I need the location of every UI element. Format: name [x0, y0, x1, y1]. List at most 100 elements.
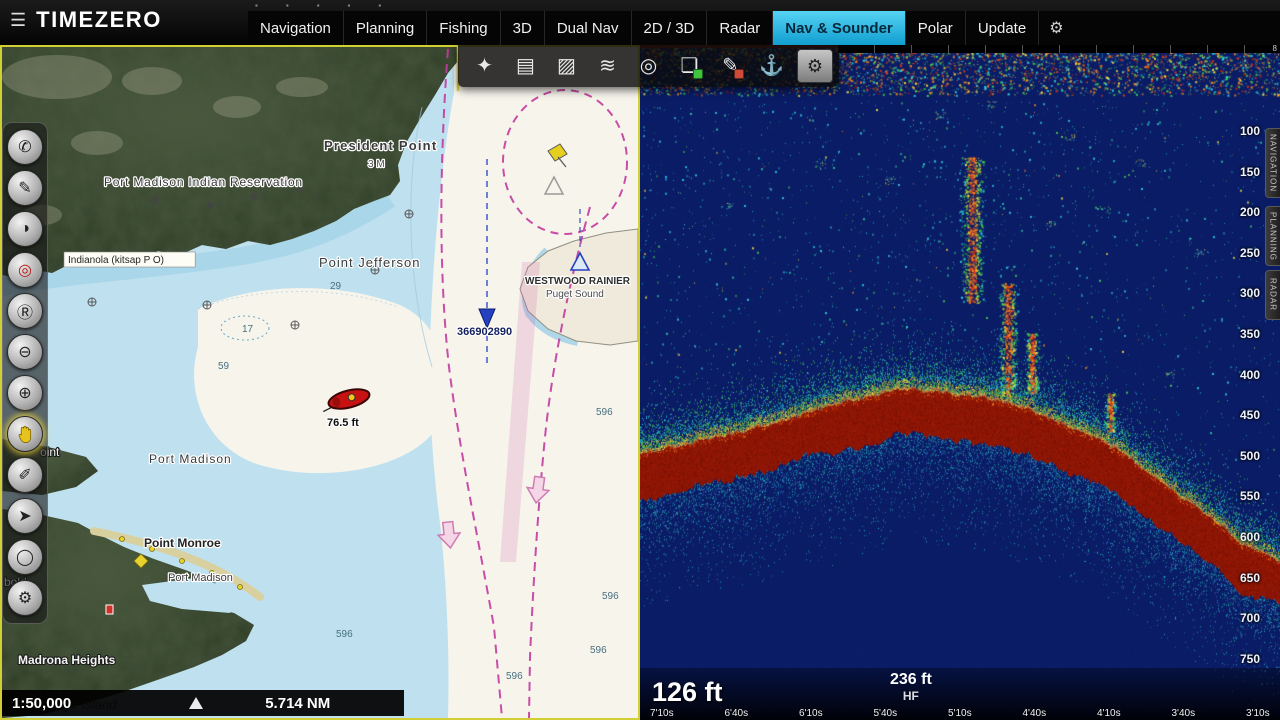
time-label-5: 4'40s	[1023, 708, 1047, 719]
capture-icon[interactable]: ❏	[669, 46, 710, 86]
titlebar-mini-icons: ▪ ▪ ▪ ▪ ▪	[255, 0, 381, 11]
depth-sounding-5: 596	[602, 591, 619, 602]
sounder-layers-icon[interactable]: ≋	[587, 46, 628, 86]
boat-track-icon[interactable]: ⚓	[751, 46, 792, 86]
notes-icon[interactable]: ▤	[505, 46, 546, 86]
app-title: TIMEZERO	[36, 7, 162, 33]
screenshot-icon[interactable]: ▨	[546, 46, 587, 86]
titlebar-icon-4[interactable]: ▪	[378, 2, 381, 10]
edit-tool[interactable]: ✎	[7, 170, 43, 206]
range-rings-icon[interactable]: ◎	[628, 46, 669, 86]
depth-sounding-1: 59	[218, 361, 230, 372]
zoom-out-tool[interactable]: ⊖	[7, 334, 43, 370]
tab-3d[interactable]: 3D	[501, 11, 545, 45]
title-menu-bar: ☰ TIMEZERO ▪ ▪ ▪ ▪ ▪ NavigationPlanningFishi…	[0, 0, 1280, 45]
pan-tool[interactable]	[7, 416, 43, 452]
timezero-app: ☰ TIMEZERO ▪ ▪ ▪ ▪ ▪ NavigationPlanningFishi…	[0, 0, 1280, 720]
tab-planning[interactable]: Planning	[344, 11, 427, 45]
time-label-0: 7'10s	[650, 708, 674, 719]
bay-deep	[194, 288, 444, 473]
map-label-7: 366902890	[457, 326, 512, 338]
capture-icon-accent	[693, 69, 703, 79]
chart-range[interactable]: 5.714 NM	[265, 695, 330, 712]
marker-icon[interactable]	[106, 605, 113, 614]
workspace-menu: NavigationPlanningFishing3DDual Nav2D / …	[248, 11, 1280, 45]
layers-toolbar-icons: ✦ ▤ ▨ ≋ ◎ ❏✎⚓	[464, 46, 792, 86]
time-label-2: 6'10s	[799, 708, 823, 719]
map-label-0: President Point	[324, 138, 437, 153]
tab-navigation[interactable]: Navigation	[248, 11, 344, 45]
sounder-layers-icon-glyph: ≋	[599, 55, 616, 77]
tab-polar[interactable]: Polar	[906, 11, 966, 45]
time-label-6: 4'10s	[1097, 708, 1121, 719]
tab-nav-sounder[interactable]: Nav & Sounder	[773, 11, 906, 45]
menu-tabs: NavigationPlanningFishing3DDual Nav2D / …	[248, 11, 1039, 45]
map-label-11: Point Monroe	[144, 536, 221, 550]
compass-icon[interactable]: ✦	[464, 46, 505, 86]
current-depth: 126 ft	[652, 677, 723, 708]
sounder-panel[interactable]: 8 10015020025030035040045050055060065070…	[640, 45, 1280, 720]
tab-update[interactable]: Update	[966, 11, 1039, 45]
workspace-tab-planning[interactable]: PLANNING	[1265, 206, 1280, 266]
compass-icon-glyph: ✦	[476, 55, 493, 77]
time-scale: 7'10s6'40s6'10s5'40s5'10s4'40s4'10s3'40s…	[640, 705, 1280, 719]
notes-icon-glyph: ▤	[516, 55, 535, 77]
annotation-icon[interactable]: ✎	[710, 46, 751, 86]
chart-status-bar: 1:50,000 5.714 NM	[2, 690, 404, 716]
water-deep	[430, 47, 638, 718]
map-label-12: Port Madison	[168, 572, 233, 584]
map-label-4: Point Jefferson	[319, 255, 420, 270]
eraser-tool[interactable]: ◑	[7, 211, 43, 247]
range-rings-icon-glyph: ◎	[640, 55, 657, 77]
select-tool[interactable]: ◯	[7, 539, 43, 575]
tools-settings[interactable]: ⚙	[7, 580, 43, 616]
screenshot-icon-glyph: ▨	[557, 55, 576, 77]
restricted-tool[interactable]: Ⓡ	[7, 293, 43, 329]
depth-sounding-6: 596	[506, 671, 523, 682]
map-label-1: 3 M	[368, 159, 385, 170]
hamburger-menu-icon[interactable]: ☰	[10, 10, 26, 31]
titlebar-icon-2[interactable]: ▪	[317, 2, 320, 10]
toolbar-settings-gear-icon[interactable]: ⚙	[797, 49, 833, 83]
app-logo: ☰ TIMEZERO	[10, 7, 162, 33]
titlebar-icon-0[interactable]: ▪	[255, 2, 258, 10]
zoom-in-tool[interactable]: ⊕	[7, 375, 43, 411]
annotation-icon-accent	[734, 69, 744, 79]
workspace-tab-radar[interactable]: RADAR	[1265, 270, 1280, 320]
north-pointer-icon	[189, 697, 203, 709]
secondary-depth: 236 ft HF	[890, 671, 932, 703]
map-label-5: WESTWOOD RAINIER	[525, 276, 631, 287]
map-label-2: Port Madison Indian Reservation	[104, 175, 303, 189]
map-label-14: Madrona Heights	[18, 653, 116, 667]
tab-radar[interactable]: Radar	[707, 11, 773, 45]
workspace-tab-navigation[interactable]: NAVIGATION	[1265, 128, 1280, 198]
depth-sounding-0: 17	[242, 324, 254, 335]
measure-tool[interactable]: ✆	[7, 129, 43, 165]
chart-scale[interactable]: 1:50,000	[12, 695, 71, 712]
map-label-3: Indianola (kitsap P O)	[68, 255, 164, 266]
titlebar-icon-1[interactable]: ▪	[286, 2, 289, 10]
route-tool[interactable]: ➤	[7, 498, 43, 534]
record-tool[interactable]: ◎	[7, 252, 43, 288]
depth-sounding-4: 596	[336, 629, 353, 640]
time-label-7: 3'40s	[1172, 708, 1196, 719]
time-label-1: 6'40s	[725, 708, 749, 719]
divider-tool[interactable]: ✐	[7, 457, 43, 493]
chart-tools-toolbar: ✆ ✎ ◑ ◎ Ⓡ ⊖ ⊕ ✐ ➤ ◯ ⚙	[2, 122, 48, 624]
chart-panel[interactable]: President Point 3 M Port Madison Indian Re…	[0, 45, 640, 720]
menu-settings-gears-icon[interactable]: ⚙	[1039, 11, 1073, 45]
map-label-8: 76.5 ft	[327, 417, 359, 429]
sounder-top-scale: 8	[838, 45, 1280, 53]
layers-toolbar: ✦ ▤ ▨ ≋ ◎ ❏✎⚓ ⚙	[458, 45, 839, 87]
tab-fishing[interactable]: Fishing	[427, 11, 500, 45]
sounder-readout-bar: 126 ft 236 ft HF 7'10s6'40s6'10s5'40s5'1…	[640, 668, 1280, 720]
tab-dual-nav[interactable]: Dual Nav	[545, 11, 632, 45]
secondary-depth-value: 236 ft	[890, 671, 932, 689]
depth-sounding-2: 29	[330, 281, 342, 292]
titlebar-icon-3[interactable]: ▪	[348, 2, 351, 10]
map-label-6: Puget Sound	[546, 289, 604, 300]
tab-2d-3d[interactable]: 2D / 3D	[632, 11, 708, 45]
echogram[interactable]	[640, 45, 1280, 720]
depth-sounding-7: 596	[590, 645, 607, 656]
workspace-side-tabs: NAVIGATION PLANNING RADAR	[1264, 45, 1280, 720]
